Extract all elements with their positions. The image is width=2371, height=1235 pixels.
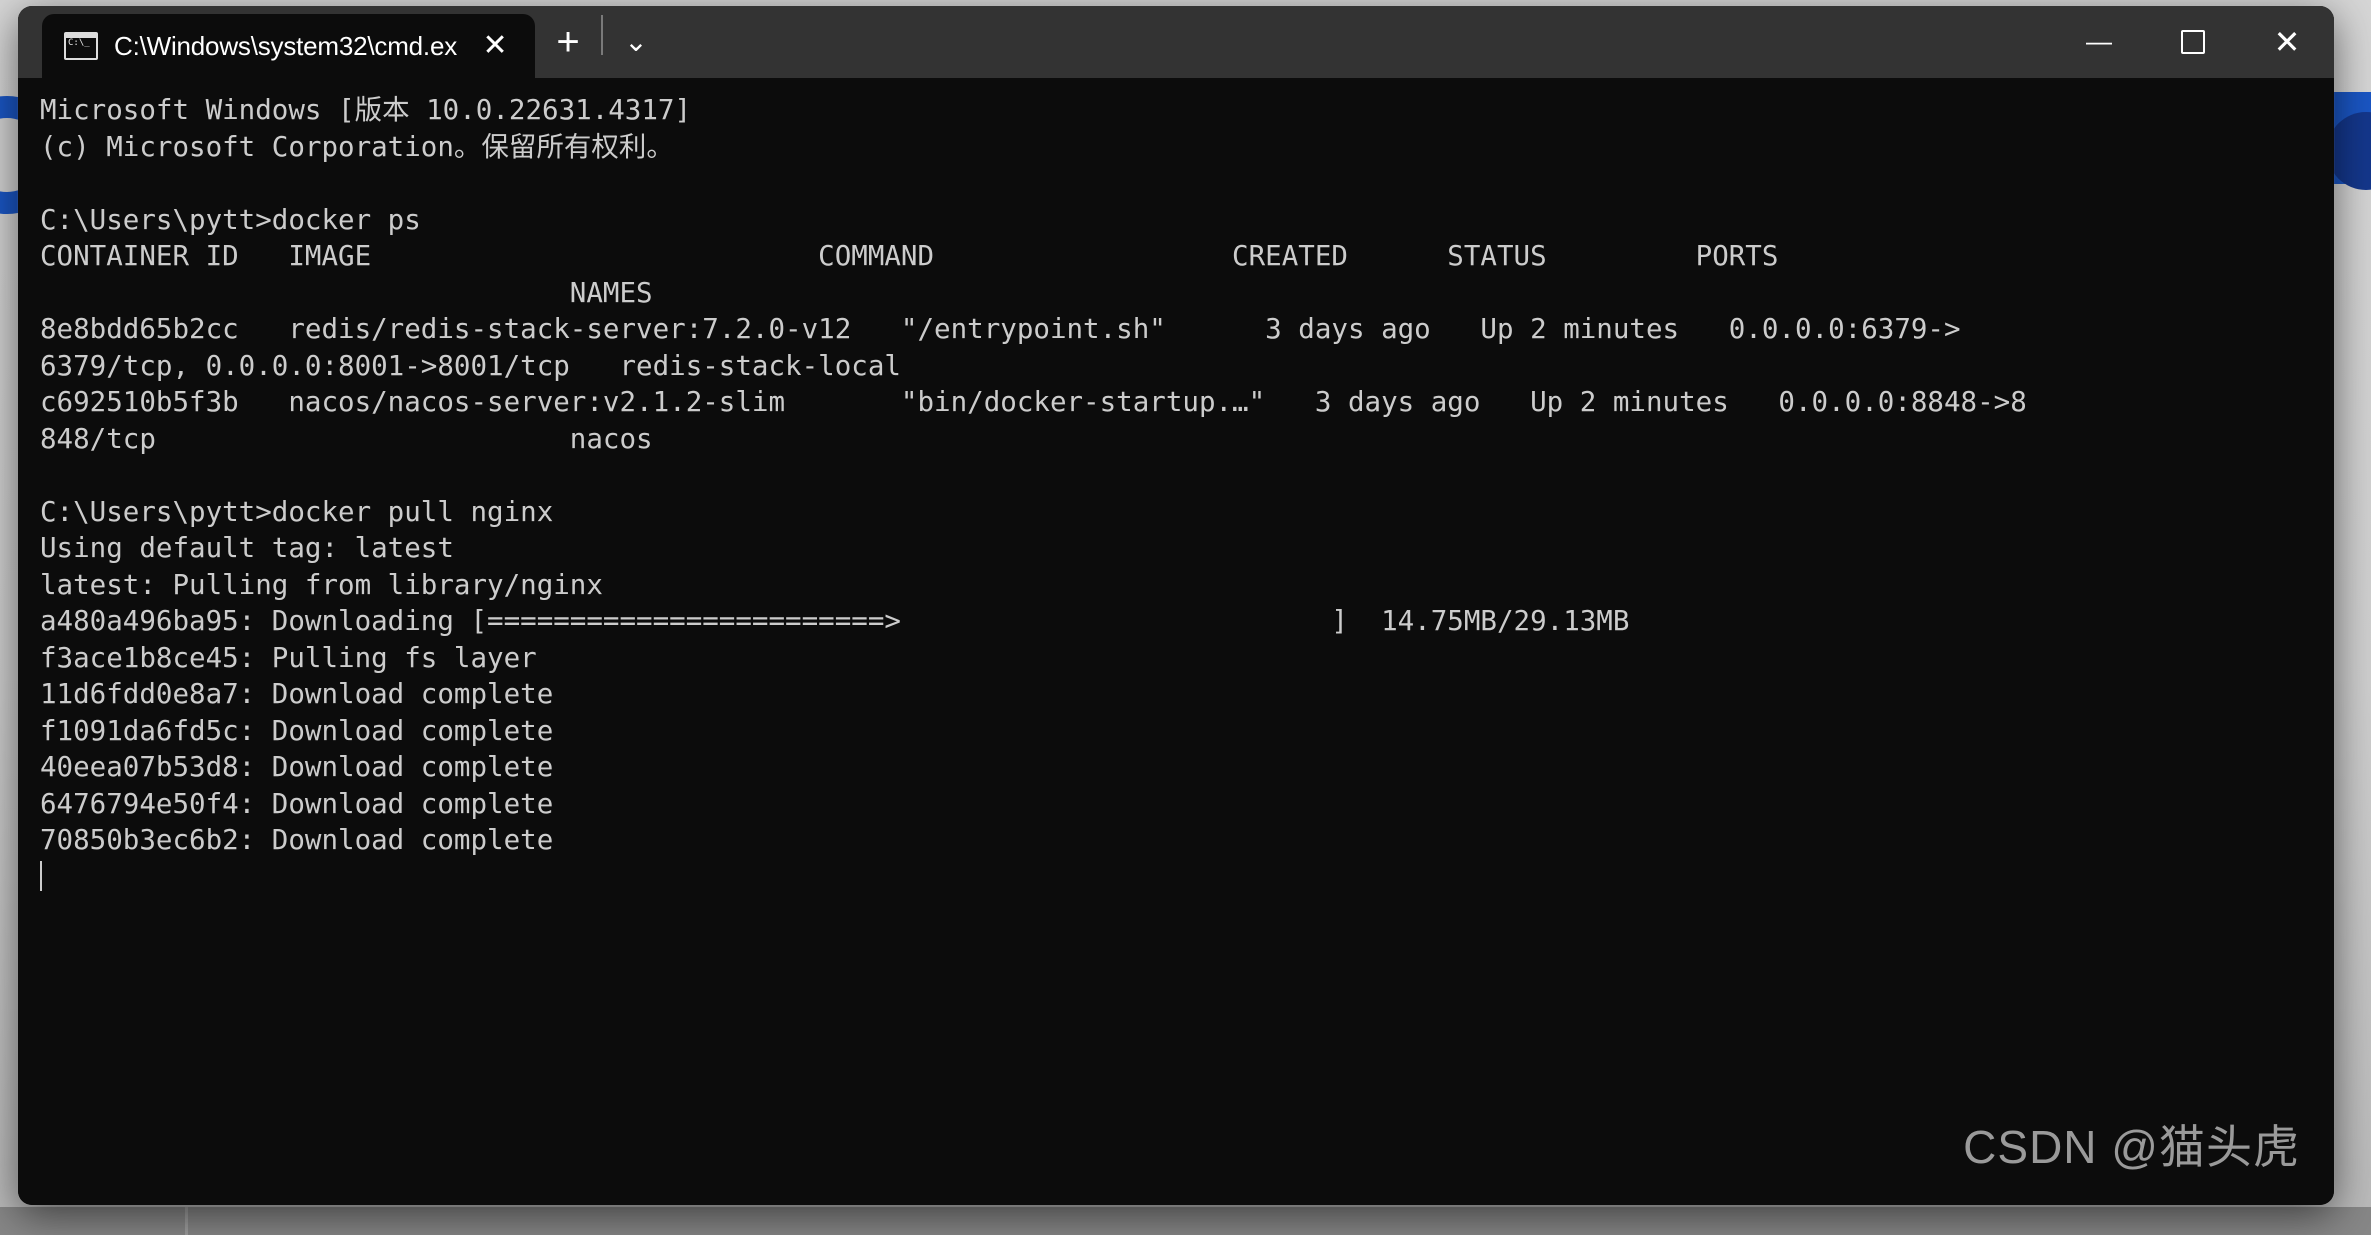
console-line [40,165,2334,202]
console-cursor-line [40,859,2334,896]
close-tab-icon[interactable]: ✕ [473,31,517,61]
watermark: CSDN @猫头虎 [1963,1111,2300,1177]
console-line: 6476794e50f4: Download complete [40,786,2334,823]
console-line [40,457,2334,494]
tab-title: C:\Windows\system32\cmd.ex [114,31,457,62]
console-line: 70850b3ec6b2: Download complete [40,822,2334,859]
new-tab-button[interactable]: + [535,6,601,78]
maximize-button[interactable] [2146,6,2240,78]
console-line: f3ace1b8ce45: Pulling fs layer [40,640,2334,677]
console-line: 11d6fdd0e8a7: Download complete [40,676,2334,713]
console-line: latest: Pulling from library/nginx [40,567,2334,604]
close-window-button[interactable]: ✕ [2240,6,2334,78]
console-line: a480a496ba95: Downloading [=============… [40,603,2334,640]
taskbar-divider [185,1207,188,1235]
console-line: 848/tcp nacos [40,421,2334,458]
console-line: 6379/tcp, 0.0.0.0:8001->8001/tcp redis-s… [40,348,2334,385]
console-line: c692510b5f3b nacos/nacos-server:v2.1.2-s… [40,384,2334,421]
console-output-area[interactable]: Microsoft Windows [版本 10.0.22631.4317](c… [18,78,2334,1205]
console-line: C:\Users\pytt>docker ps [40,202,2334,239]
terminal-window: C:\Windows\system32\cmd.ex ✕ + ⌄ — ✕ Mic… [18,6,2334,1205]
tab-cmd[interactable]: C:\Windows\system32\cmd.ex ✕ [42,14,535,78]
console-lines: Microsoft Windows [版本 10.0.22631.4317](c… [40,92,2334,895]
console-line: 8e8bdd65b2cc redis/redis-stack-server:7.… [40,311,2334,348]
console-line: Microsoft Windows [版本 10.0.22631.4317] [40,92,2334,129]
console-line: NAMES [40,275,2334,312]
console-line: (c) Microsoft Corporation。保留所有权利。 [40,129,2334,166]
minimize-button[interactable]: — [2052,6,2146,78]
cmd-console-icon [64,32,98,60]
console-line: C:\Users\pytt>docker pull nginx [40,494,2334,531]
chevron-down-icon[interactable]: ⌄ [603,6,669,78]
console-line: f1091da6fd5c: Download complete [40,713,2334,750]
window-controls: — ✕ [2052,6,2334,78]
text-cursor [40,861,42,891]
console-line: CONTAINER ID IMAGE COMMAND CREATED STATU… [40,238,2334,275]
maximize-icon [2181,30,2205,54]
console-line: Using default tag: latest [40,530,2334,567]
window-titlebar: C:\Windows\system32\cmd.ex ✕ + ⌄ — ✕ [18,6,2334,78]
taskbar-strip [0,1207,2371,1235]
tab-strip: C:\Windows\system32\cmd.ex ✕ + ⌄ [18,6,669,78]
console-line: 40eea07b53d8: Download complete [40,749,2334,786]
